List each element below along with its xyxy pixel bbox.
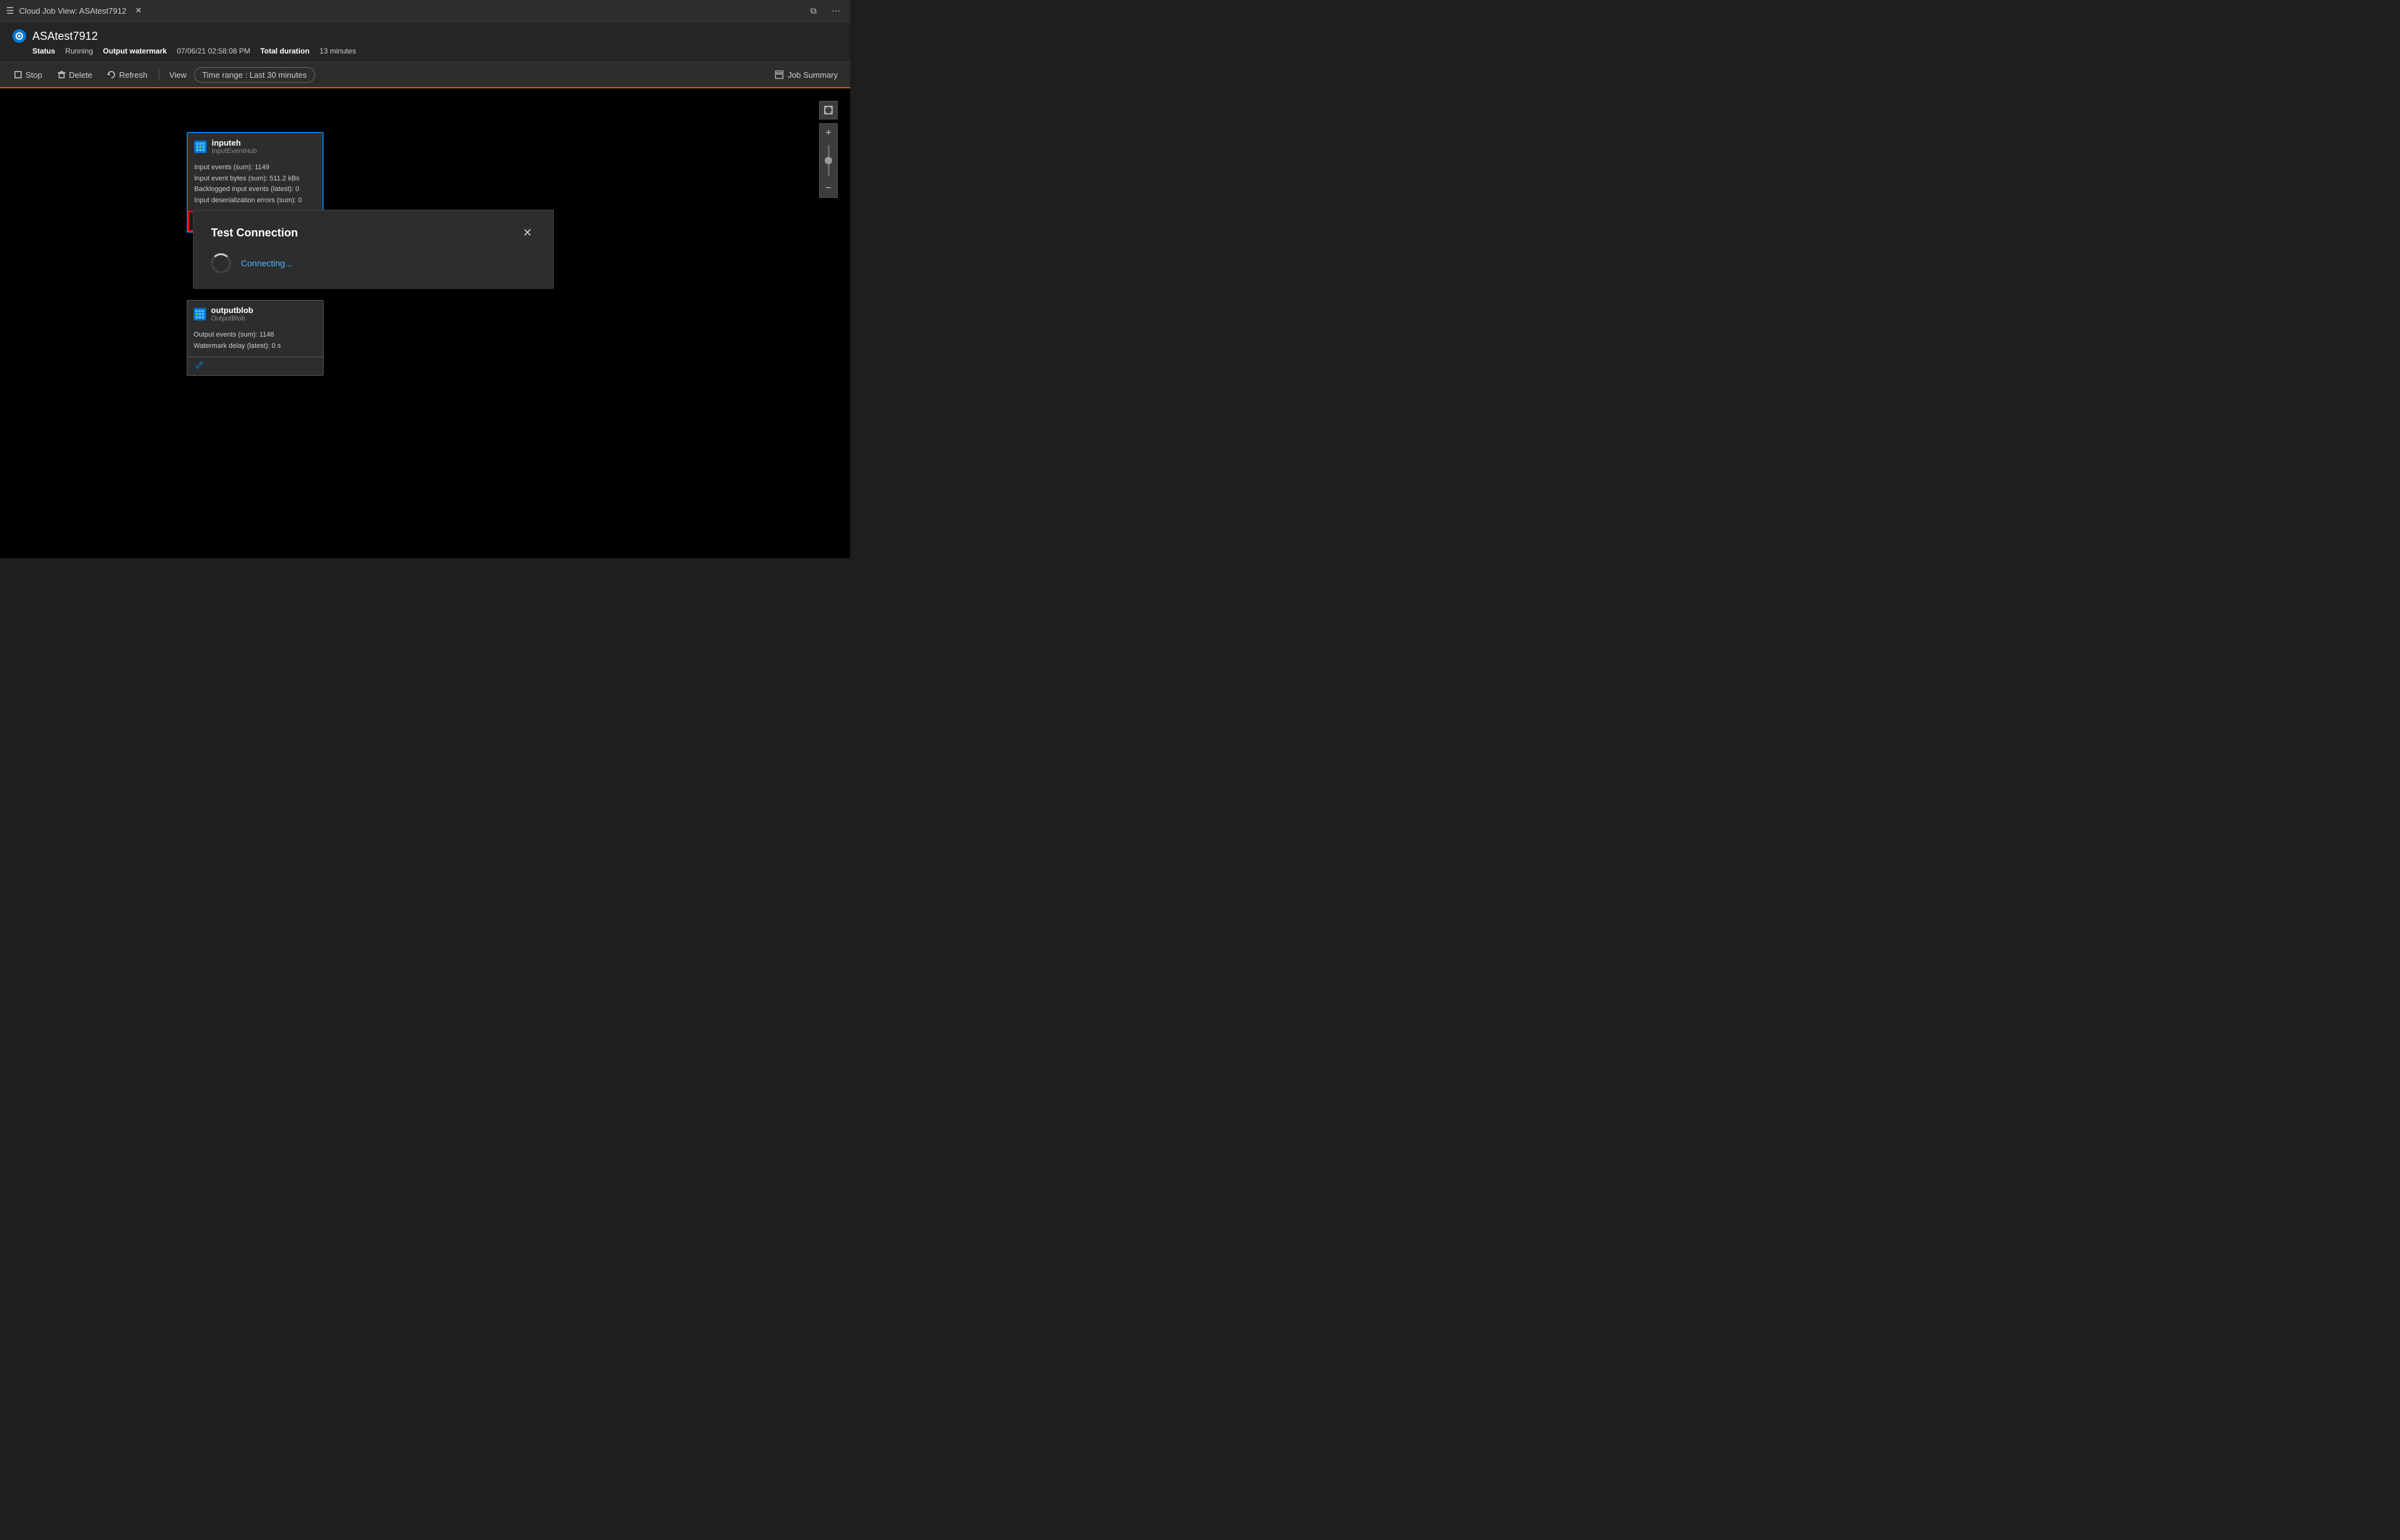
job-summary-button[interactable]: Job Summary (769, 67, 843, 82)
output-node-title: outputblob (211, 306, 253, 315)
connecting-text: Connecting... (241, 258, 293, 268)
input-metric-2: Input event bytes (sum): 511.2 kBs (194, 174, 316, 185)
toolbar-right: Job Summary (769, 67, 843, 82)
title-bar-left: ☰ Cloud Job View: ASAtest7912 ✕ (6, 4, 807, 17)
refresh-button[interactable]: Refresh (101, 68, 154, 82)
output-node-subtitle: OutputBlob (211, 315, 253, 322)
input-node-metrics: Input events (sum): 1149 Input event byt… (188, 160, 322, 211)
refresh-label: Refresh (119, 70, 148, 80)
zoom-fit-icon (823, 105, 833, 115)
window-more-btn[interactable]: ⋯ (828, 4, 844, 17)
menu-icon[interactable]: ☰ (6, 6, 14, 16)
zoom-slider-track (828, 145, 830, 176)
time-range-button[interactable]: Time range : Last 30 minutes (194, 67, 315, 83)
input-node-icon (194, 141, 207, 153)
app-title: ASAtest7912 (32, 30, 98, 43)
output-node-header: outputblob OutputBlob (187, 301, 323, 327)
input-metric-1: Input events (sum): 1149 (194, 162, 316, 174)
input-node-subtitle: InputEventHub (212, 147, 257, 155)
input-node-title-group: inputeh InputEventHub (212, 138, 257, 155)
title-close-btn[interactable]: ✕ (131, 4, 146, 17)
zoom-slider-thumb[interactable] (825, 157, 832, 164)
connecting-spinner (211, 253, 231, 273)
delete-button[interactable]: Delete (51, 68, 99, 82)
dialog-close-button[interactable]: ✕ (519, 225, 536, 241)
output-metric-1: Output events (sum): 1148 (194, 330, 317, 341)
status-value: Running (65, 47, 93, 55)
job-summary-icon (774, 70, 784, 80)
watermark-value: 07/06/21 02:58:08 PM (177, 47, 250, 55)
zoom-slider[interactable] (819, 142, 838, 179)
output-node-icon (194, 308, 206, 320)
title-bar: ☰ Cloud Job View: ASAtest7912 ✕ ⧉ ⋯ (0, 0, 850, 22)
toolbar: Stop Delete Refresh View Time range : La… (0, 62, 850, 88)
output-test-connection-btn[interactable] (192, 360, 206, 373)
time-range-label: Time range : Last 30 minutes (202, 70, 307, 80)
input-node-title: inputeh (212, 138, 257, 147)
output-node-title-group: outputblob OutputBlob (211, 306, 253, 322)
stop-label: Stop (26, 70, 42, 80)
title-bar-right: ⧉ ⋯ (807, 4, 844, 17)
stop-icon (14, 70, 22, 79)
output-test-connection-icon (195, 361, 204, 370)
dialog-body: Connecting... (211, 253, 536, 273)
input-node-header: inputeh InputEventHub (188, 133, 322, 160)
test-connection-dialog: Test Connection ✕ Connecting... (193, 210, 554, 289)
zoom-out-button[interactable]: − (819, 179, 838, 198)
zoom-fit-button[interactable] (819, 101, 838, 119)
meta-row: Status Running Output watermark 07/06/21… (12, 47, 838, 55)
watermark-label: Output watermark (103, 47, 167, 55)
stop-button[interactable]: Stop (7, 68, 49, 82)
dialog-title: Test Connection (211, 226, 298, 240)
output-metric-2: Watermark delay (latest): 0 s (194, 341, 317, 352)
output-node-footer (187, 357, 323, 375)
job-summary-label: Job Summary (788, 70, 838, 80)
app-title-row: ASAtest7912 (12, 29, 838, 43)
main-canvas: + − inputeh InputEventHub (0, 88, 850, 558)
status-label: Status (32, 47, 55, 55)
input-metric-3: Backlogged input events (latest): 0 (194, 184, 316, 195)
header: ASAtest7912 Status Running Output waterm… (0, 22, 850, 62)
duration-label: Total duration (260, 47, 309, 55)
input-metric-4: Input deserialization errors (sum): 0 (194, 195, 316, 207)
duration-value: 13 minutes (319, 47, 356, 55)
output-node-metrics: Output events (sum): 1148 Watermark dela… (187, 327, 323, 357)
delete-icon (57, 70, 66, 79)
window-layout-btn[interactable]: ⧉ (807, 4, 820, 17)
app-icon (12, 29, 26, 43)
delete-label: Delete (69, 70, 93, 80)
output-node[interactable]: outputblob OutputBlob Output events (sum… (187, 300, 324, 376)
zoom-controls: + − (819, 101, 838, 198)
dialog-header: Test Connection ✕ (211, 225, 536, 241)
title-text: Cloud Job View: ASAtest7912 (19, 6, 127, 16)
refresh-icon (107, 70, 116, 79)
output-node-container: outputblob OutputBlob Output events (sum… (187, 300, 324, 376)
zoom-in-button[interactable]: + (819, 123, 838, 142)
view-label: View (164, 68, 192, 82)
